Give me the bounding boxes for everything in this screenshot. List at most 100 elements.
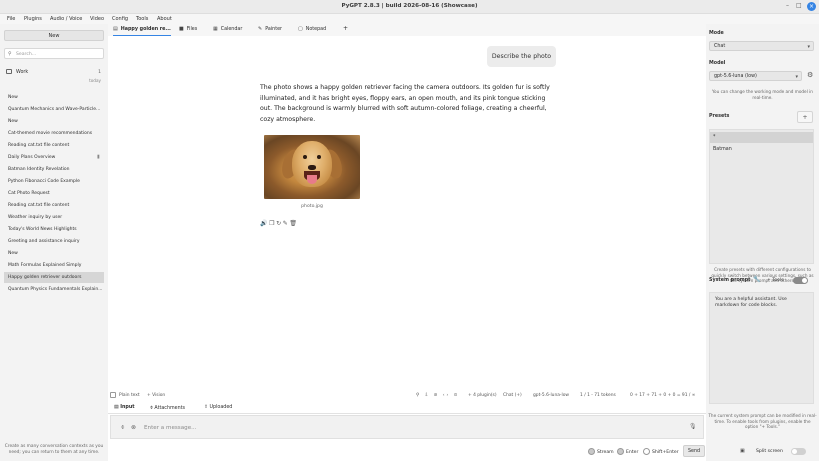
context-item[interactable]: New xyxy=(4,116,104,127)
mode-label: Mode xyxy=(709,31,724,36)
group-label: Work xyxy=(16,69,29,75)
tab-label: Painter xyxy=(265,27,282,32)
delete-icon[interactable]: 🗑 xyxy=(289,220,297,227)
close-button[interactable]: × xyxy=(807,2,816,11)
menu-about[interactable]: About xyxy=(157,16,172,22)
menu-plugins[interactable]: Plugins xyxy=(24,16,42,22)
maximize-button[interactable]: □ xyxy=(796,2,802,9)
tab-input[interactable]: ▤ Input xyxy=(114,405,135,410)
copy-icon[interactable]: ❐ xyxy=(269,220,275,227)
context-item[interactable]: Weather inquiry by user xyxy=(4,212,104,223)
left-sidebar: New ⚲ Search... Work 1 today New Quantum… xyxy=(0,24,108,461)
regenerate-icon[interactable]: ↻ xyxy=(276,220,282,227)
context-item[interactable]: New xyxy=(4,92,104,103)
preset-label: Batman xyxy=(713,146,732,152)
calendar-icon: ▦ xyxy=(213,26,218,32)
stream-checkbox[interactable] xyxy=(588,448,595,455)
dog-photo[interactable] xyxy=(264,135,360,199)
context-item[interactable]: Python Fibonacci Code Example xyxy=(4,176,104,187)
tab-attachments[interactable]: ⌽ Attachments xyxy=(150,405,185,411)
context-item[interactable]: Reading cat.txt file content xyxy=(4,140,104,151)
context-item-active[interactable]: Happy golden retriever outdoors xyxy=(4,272,104,283)
assistant-message: The photo shows a happy golden retriever… xyxy=(260,84,550,123)
tab-label: Attachments xyxy=(154,405,186,411)
context-item[interactable]: Cat-themed movie recommendations xyxy=(4,128,104,139)
add-tab-button[interactable]: + xyxy=(343,25,348,35)
split-screen-toggle[interactable] xyxy=(791,448,806,455)
tab-notepad[interactable]: ▢ Notepad xyxy=(298,26,326,36)
status-bar: Plain text + Vision ⚲ ⇩ ⊘ ‹› ⊙ + 4 plugi… xyxy=(108,390,706,401)
photo-caption[interactable]: photo.jpg xyxy=(264,204,360,209)
edit-icon[interactable]: ✎ xyxy=(283,220,289,227)
enter-radio[interactable] xyxy=(617,448,624,455)
system-prompt-label: System prompt xyxy=(709,278,751,283)
context-item[interactable]: Quantum Physics Fundamentals Explain... xyxy=(4,284,104,295)
tab-label: Input xyxy=(120,404,135,410)
tab-uploaded[interactable]: ⇧ Uploaded xyxy=(204,405,232,410)
model-value: gpt-5.6-luna (low) xyxy=(714,74,757,79)
notepad-icon: ▢ xyxy=(298,26,303,32)
preset-item[interactable]: Batman xyxy=(710,144,813,155)
shift-enter-label: Shift+Enter xyxy=(652,449,679,455)
tab-calendar[interactable]: ▦ Calendar xyxy=(213,26,242,36)
message-input[interactable]: ⌽ ⊗ Enter a message... 🎙 xyxy=(110,415,704,439)
model-select[interactable]: gpt-5.6-luna (low) ▾ xyxy=(709,71,802,81)
speaker-icon[interactable]: 🔊 xyxy=(260,220,268,227)
context-item[interactable]: Quantum Mechanics and Wave-Particle... xyxy=(4,104,104,115)
chevron-down-icon: ▾ xyxy=(807,43,810,50)
context-item[interactable]: Batman Identity Revelation xyxy=(4,164,104,175)
presets-list: * Batman xyxy=(709,129,814,264)
menu-audio-voice[interactable]: Audio / Voice xyxy=(50,16,82,22)
context-item[interactable]: Greeting and assistance inquiry xyxy=(4,236,104,247)
globe-icon[interactable]: ⊗ xyxy=(131,424,136,431)
minimize-button[interactable]: – xyxy=(786,2,789,9)
mode-select[interactable]: Chat ▾ xyxy=(709,41,814,51)
input-tabs: ▤ Input ⌽ Attachments ⇧ Uploaded xyxy=(108,403,706,414)
tab-files[interactable]: ■ Files xyxy=(179,26,197,36)
presets-label: Presets xyxy=(709,114,730,119)
context-item[interactable]: Reading cat.txt file content xyxy=(4,200,104,211)
context-item-label: New xyxy=(8,94,18,100)
tools-toggle[interactable] xyxy=(793,277,808,284)
search-input[interactable]: ⚲ Search... xyxy=(4,48,104,59)
tools-label: + Tools xyxy=(767,278,784,283)
context-item-label: Quantum Physics Fundamentals Explain... xyxy=(8,286,103,292)
send-bar: Stream Enter Shift+Enter Send xyxy=(108,442,706,461)
context-item-label: Cat Photo Request xyxy=(8,190,50,196)
message-placeholder: Enter a message... xyxy=(144,424,197,431)
context-item[interactable]: Math Formulas Explained Simply xyxy=(4,260,104,271)
system-prompt-hint: The current system prompt can be modifie… xyxy=(708,413,817,430)
tab-painter[interactable]: ✎ Painter xyxy=(258,26,282,36)
context-item-label: Batman Identity Revelation xyxy=(8,166,70,172)
folder-icon xyxy=(6,69,12,74)
preset-item[interactable]: * xyxy=(710,132,813,143)
new-context-button[interactable]: New xyxy=(4,30,104,41)
context-item-label: Math Formulas Explained Simply xyxy=(8,262,82,268)
context-item[interactable]: New xyxy=(4,248,104,259)
menu-video[interactable]: Video xyxy=(90,16,104,22)
attach-icon[interactable]: ⌽ xyxy=(121,424,125,432)
add-preset-button[interactable]: + xyxy=(797,111,813,123)
context-item-label: Greeting and assistance inquiry xyxy=(8,238,80,244)
context-item[interactable]: Today's World News Highlights xyxy=(4,224,104,235)
shift-enter-radio[interactable] xyxy=(643,448,650,455)
send-button[interactable]: Send xyxy=(683,445,705,457)
context-item[interactable]: Daily Plans Overview ▮ xyxy=(4,152,104,163)
menu-file[interactable]: File xyxy=(7,16,15,22)
menu-tools[interactable]: Tools xyxy=(136,16,148,22)
gear-icon[interactable]: ⚙ xyxy=(807,71,813,79)
tab-bar: ▤ Happy golden re... ■ Files ▦ Calendar ✎ Pa… xyxy=(108,24,706,36)
main-area: ▤ Happy golden re... ■ Files ▦ Calendar ✎ Pa… xyxy=(108,24,706,461)
tab-label: Happy golden re... xyxy=(120,27,171,32)
group-count: 1 xyxy=(98,69,101,75)
brush-icon: ✎ xyxy=(258,26,263,32)
menu-config[interactable]: Config xyxy=(112,16,128,22)
context-item[interactable]: Cat Photo Request xyxy=(4,188,104,199)
plain-text-checkbox[interactable] xyxy=(110,392,116,398)
system-prompt-input[interactable]: You are a helpful assistant. Use markdow… xyxy=(709,292,814,404)
context-item-label: Cat-themed movie recommendations xyxy=(8,130,93,136)
microphone-icon[interactable]: 🎙 xyxy=(689,423,697,430)
wrench-icon[interactable]: 🔧 xyxy=(753,276,760,283)
group-work[interactable]: Work 1 today xyxy=(4,68,104,83)
tab-chat[interactable]: ▤ Happy golden re... xyxy=(113,26,171,36)
